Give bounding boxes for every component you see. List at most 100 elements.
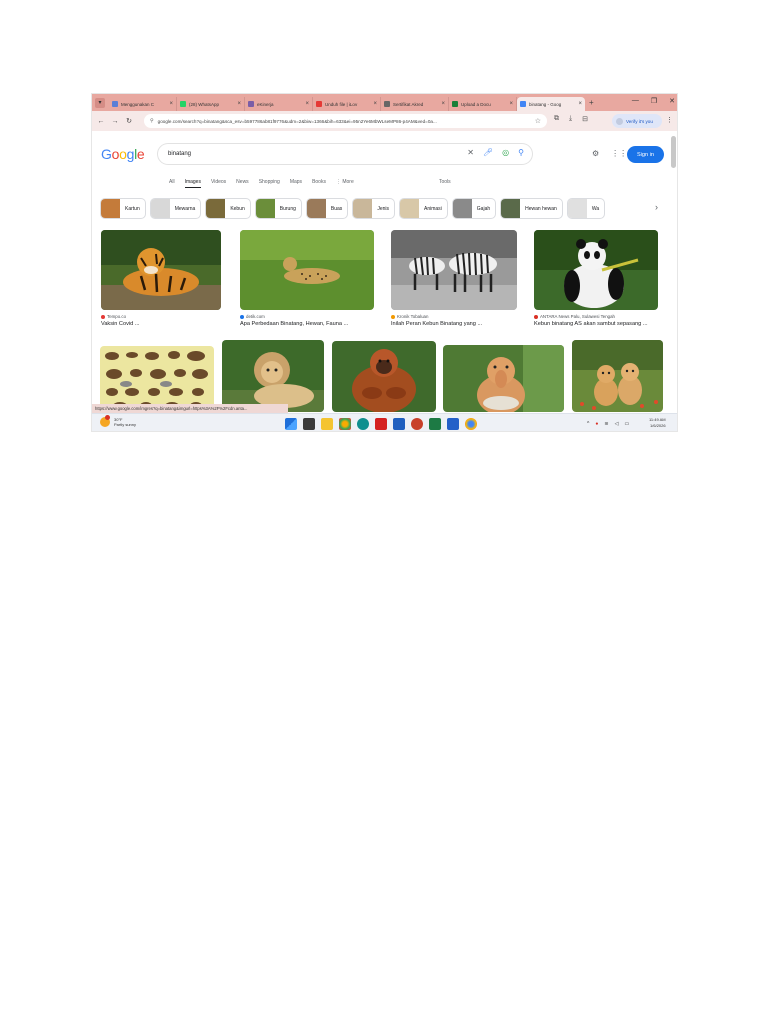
tab-close-icon[interactable]: ×: [441, 101, 445, 107]
restore-icon[interactable]: ❐: [651, 97, 657, 105]
wifi-icon[interactable]: ≋: [604, 421, 608, 427]
chip-thumbnail: [567, 199, 587, 218]
browser-tab[interactable]: Unduh file | iLov ×: [313, 97, 381, 111]
apps-grid-icon[interactable]: ⋮⋮: [611, 149, 627, 158]
category-tab[interactable]: Books: [312, 179, 326, 188]
animal-chart-image: [100, 346, 214, 412]
browser-tab[interactable]: Upload a Docu ×: [449, 97, 517, 111]
clock[interactable]: 11:49 AM 1/6/2026: [649, 417, 666, 429]
logo-letter: o: [119, 146, 127, 162]
orangutan-image: [332, 341, 436, 412]
scrollbar[interactable]: [671, 136, 676, 168]
weather-widget[interactable]: 30°F Partly sunny: [100, 415, 136, 427]
image-result[interactable]: detik.com Apa Perbedaan Binatang, Hewan,…: [240, 230, 380, 330]
close-window-icon[interactable]: ✕: [669, 97, 675, 105]
browser-tab[interactable]: (28) WhatsApp ×: [177, 97, 245, 111]
image-result[interactable]: Kronik Tobaluan Inilah Peran Kebun Binat…: [391, 230, 521, 330]
clear-icon[interactable]: ✕: [467, 148, 474, 157]
minimize-icon[interactable]: —: [632, 97, 639, 105]
chevron-right-icon[interactable]: ›: [655, 202, 658, 212]
tab-search-button[interactable]: ▾: [95, 97, 105, 108]
battery-icon[interactable]: ▭: [624, 421, 629, 427]
chrome-icon[interactable]: [339, 418, 351, 430]
result-caption: Vaksin Covid ...: [101, 321, 140, 327]
microphone-icon[interactable]: 🎤︎: [483, 148, 493, 157]
tab-groups-icon[interactable]: ⊟: [582, 115, 588, 123]
forward-icon[interactable]: →: [108, 118, 122, 125]
site-info-icon[interactable]: ⚲: [150, 118, 154, 124]
lens-icon[interactable]: ◎: [502, 148, 509, 157]
new-tab-button[interactable]: +: [589, 98, 594, 107]
refinement-chip[interactable]: Burung: [254, 198, 302, 219]
tab-close-icon[interactable]: ×: [578, 101, 582, 107]
search-category-tabs: All Images Videos News Shopping Maps Books ⋮ Mo…: [169, 179, 354, 188]
result-source: detik.com: [240, 314, 265, 319]
search-query: binatang: [168, 151, 192, 157]
proboscis-monkey-image: [443, 345, 564, 412]
excel-icon[interactable]: [429, 418, 441, 430]
browser-menu-icon[interactable]: ⋮: [666, 116, 673, 124]
category-tab[interactable]: News: [236, 179, 249, 188]
settings-gear-icon[interactable]: ⚙: [592, 149, 599, 158]
refinement-chip[interactable]: Gajah: [451, 198, 497, 219]
tab-favicon-icon: [248, 101, 254, 107]
category-tab[interactable]: All: [169, 179, 175, 188]
powerpoint-icon[interactable]: [411, 418, 423, 430]
refinement-chip[interactable]: Hewan hewan: [500, 198, 563, 219]
tab-close-icon[interactable]: ×: [373, 101, 377, 107]
category-tab[interactable]: Videos: [211, 179, 226, 188]
google-logo[interactable]: Google: [101, 146, 145, 162]
browser-tab[interactable]: eKinerja ×: [245, 97, 313, 111]
refinement-chip[interactable]: Kebun: [205, 198, 251, 219]
tab-favicon-icon: [316, 101, 322, 107]
result-caption: Inilah Peran Kebun Binatang yang ...: [391, 321, 483, 327]
browser-tab[interactable]: binatang - Goog ×: [517, 97, 585, 111]
refinement-chip[interactable]: Wa: [566, 198, 606, 219]
tab-close-icon[interactable]: ×: [237, 101, 241, 107]
back-icon[interactable]: ←: [94, 118, 108, 125]
refinement-chip[interactable]: Buas: [305, 198, 349, 219]
category-tab[interactable]: Images: [184, 179, 201, 188]
extensions-icon[interactable]: ⧉: [554, 115, 559, 123]
chip-thumbnail: [150, 199, 170, 218]
search-input[interactable]: binatang ✕ 🎤︎ ◎ ⚲: [158, 144, 532, 164]
tab-close-icon[interactable]: ×: [305, 101, 309, 107]
browser-tab[interactable]: Sertifikat Akred ×: [381, 97, 449, 111]
category-tab[interactable]: Maps: [290, 179, 302, 188]
windows-start-icon[interactable]: [285, 418, 297, 430]
tray-app-icon[interactable]: ●: [595, 421, 598, 427]
refinement-chip[interactable]: Kartun: [100, 198, 146, 219]
reload-icon[interactable]: ↻: [122, 117, 136, 125]
extension-icons: ⧉ ⤓ ⊟: [554, 115, 588, 123]
download-icon[interactable]: ⤓: [569, 115, 572, 123]
tab-close-icon[interactable]: ×: [169, 101, 173, 107]
search-icon[interactable]: ⚲: [518, 148, 524, 157]
file-explorer-icon[interactable]: [321, 418, 333, 430]
chrome-active-icon[interactable]: [465, 418, 477, 430]
category-tab[interactable]: ⋮ More: [336, 179, 354, 188]
category-tab[interactable]: Shopping: [259, 179, 280, 188]
acrobat-icon[interactable]: [375, 418, 387, 430]
chevron-up-icon[interactable]: ^: [587, 421, 589, 427]
edge-icon[interactable]: [357, 418, 369, 430]
store-icon[interactable]: [393, 418, 405, 430]
address-bar[interactable]: ⚲ google.com/search?q=binatang&sca_esv=b…: [144, 114, 547, 128]
refinement-chip[interactable]: Jenis: [352, 198, 395, 219]
refinement-chips: Kartun Mewarna Kebun Burung Buas Jenis Animasi…: [100, 198, 606, 219]
tab-strip: ▾ Menggunakan C × (28) WhatsApp × eKinerja × U…: [92, 94, 677, 111]
tab-close-icon[interactable]: ×: [509, 101, 513, 107]
tools-button[interactable]: Tools: [439, 179, 451, 185]
avatar: [616, 117, 623, 125]
word-icon[interactable]: [447, 418, 459, 430]
chip-label: Mewarna: [174, 205, 196, 212]
volume-icon[interactable]: ◁: [615, 421, 619, 427]
profile-verify-button[interactable]: Verify it's you: [612, 114, 662, 128]
refinement-chip[interactable]: Animasi: [399, 198, 448, 219]
refinement-chip[interactable]: Mewarna: [149, 198, 202, 219]
image-result[interactable]: ANTARA News Palu, Sulawesi Tengah Kebun …: [534, 230, 672, 330]
browser-tab[interactable]: Menggunakan C ×: [109, 97, 177, 111]
image-result[interactable]: Tempo.co Vaksin Covid ...: [101, 230, 233, 330]
bookmark-star-icon[interactable]: ☆: [535, 117, 541, 125]
sign-in-button[interactable]: Sign in: [627, 146, 664, 163]
task-view-icon[interactable]: [303, 418, 315, 430]
